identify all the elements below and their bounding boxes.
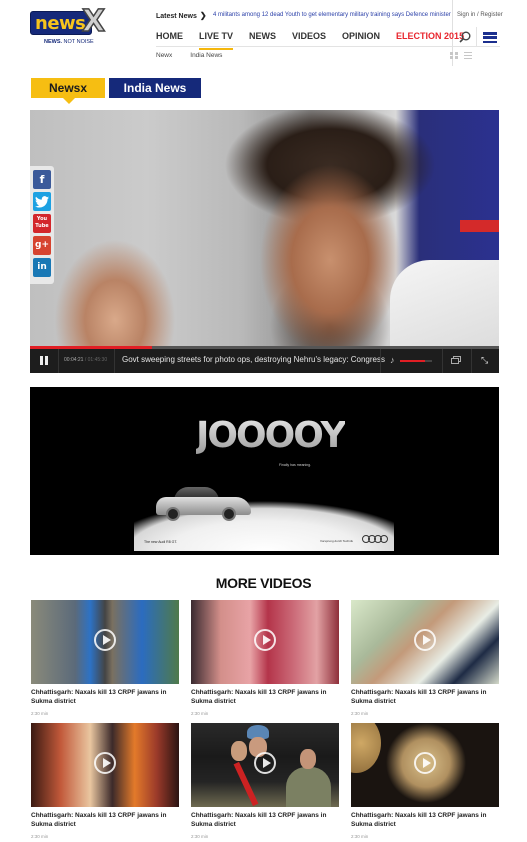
signin-register-link[interactable]: Sign in / Register bbox=[457, 12, 503, 18]
pause-icon[interactable] bbox=[40, 356, 48, 365]
control-divider bbox=[442, 349, 443, 373]
total-time: 01:45:30 bbox=[87, 357, 108, 363]
video-card[interactable]: Chhattisgarh: Naxals kill 13 CRPF jawans… bbox=[191, 600, 339, 716]
nav-election-2015[interactable]: ELECTION 2015 bbox=[396, 31, 464, 45]
video-card[interactable]: Chhattisgarh: Naxals kill 13 CRPF jawans… bbox=[31, 600, 179, 716]
more-videos-heading: MORE VIDEOS bbox=[215, 575, 312, 591]
nav-icon-divider bbox=[476, 27, 477, 46]
nav-videos[interactable]: VIDEOS bbox=[292, 31, 326, 45]
time-readout: 00:04:21 / 01:45:30 bbox=[64, 357, 107, 363]
video-thumbnail[interactable] bbox=[351, 723, 499, 807]
ad-tagline: Finally has meaning. bbox=[279, 463, 312, 467]
play-icon[interactable] bbox=[414, 752, 436, 774]
video-title: Govt sweeping streets for photo ops, des… bbox=[122, 355, 385, 364]
video-card-title[interactable]: Chhattisgarh: Naxals kill 13 CRPF jawans… bbox=[351, 689, 497, 706]
play-icon[interactable] bbox=[254, 752, 276, 774]
audi-rings-icon bbox=[362, 535, 388, 543]
video-background-flag bbox=[460, 220, 499, 232]
play-icon[interactable] bbox=[94, 752, 116, 774]
ad-headline: JOOOOY bbox=[196, 415, 347, 456]
video-thumbnail[interactable] bbox=[31, 723, 179, 807]
video-card-duration: 2:30 min bbox=[31, 834, 49, 839]
logo-tagline: NEWS. NOT NOISE bbox=[44, 39, 94, 45]
fullscreen-icon[interactable]: ⤡ bbox=[481, 355, 488, 366]
video-player[interactable]: 00:04:21 / 01:45:30 Govt sweeping street… bbox=[30, 110, 499, 373]
video-card-duration: 2:30 min bbox=[351, 711, 369, 716]
sub-nav: Newx India News bbox=[156, 52, 240, 59]
advertisement-banner[interactable]: JOOOOY Finally has meaning. The new Audi… bbox=[30, 387, 499, 555]
video-card[interactable]: Chhattisgarh: Naxals kill 13 CRPF jawans… bbox=[351, 600, 499, 716]
control-divider bbox=[114, 349, 115, 373]
video-thumbnail[interactable] bbox=[191, 600, 339, 684]
grid-view-icon[interactable] bbox=[450, 52, 458, 59]
nav-live-tv[interactable]: LIVE TV bbox=[199, 31, 234, 50]
tagline-rest: NOT NOISE bbox=[62, 39, 94, 45]
youtube-icon[interactable]: You Tube bbox=[33, 214, 51, 233]
volume-fill bbox=[400, 360, 425, 362]
chevron-right-icon: ❯ bbox=[199, 11, 207, 20]
video-card-title[interactable]: Chhattisgarh: Naxals kill 13 CRPF jawans… bbox=[31, 812, 177, 829]
control-divider bbox=[58, 349, 59, 373]
video-card-duration: 2:30 min bbox=[31, 711, 49, 716]
hamburger-menu-icon[interactable] bbox=[483, 32, 497, 43]
logo-x-mark: X bbox=[81, 4, 106, 39]
tab-india-news[interactable]: India News bbox=[109, 78, 201, 98]
volume-slider[interactable] bbox=[400, 360, 432, 362]
nav-divider bbox=[156, 46, 500, 47]
channel-tabs: Newsx India News bbox=[31, 78, 201, 104]
nav-news[interactable]: NEWS bbox=[249, 31, 276, 45]
video-card-title[interactable]: Chhattisgarh: Naxals kill 13 CRPF jawans… bbox=[31, 689, 177, 706]
video-card-title[interactable]: Chhattisgarh: Naxals kill 13 CRPF jawans… bbox=[351, 812, 497, 829]
site-header: news X NEWS. NOT NOISE Latest News ❯ 4 mi… bbox=[0, 0, 527, 68]
player-controls: 00:04:21 / 01:45:30 Govt sweeping street… bbox=[30, 349, 499, 373]
video-card[interactable]: Chhattisgarh: Naxals kill 13 CRPF jawans… bbox=[351, 723, 499, 839]
ad-caption: The new Audi R8 GT. bbox=[144, 540, 178, 544]
video-card[interactable]: Chhattisgarh: Naxals kill 13 CRPF jawans… bbox=[31, 723, 179, 839]
play-icon[interactable] bbox=[414, 629, 436, 651]
linkedin-icon[interactable]: in bbox=[33, 258, 51, 277]
news-ticker-link[interactable]: 4 militants among 12 dead Youth to get e… bbox=[213, 12, 451, 18]
tab-newsx[interactable]: Newsx bbox=[31, 78, 105, 104]
video-thumbnail[interactable] bbox=[191, 723, 339, 807]
play-icon[interactable] bbox=[94, 629, 116, 651]
current-time: 00:04:21 bbox=[64, 357, 84, 363]
play-icon[interactable] bbox=[254, 629, 276, 651]
video-card-title[interactable]: Chhattisgarh: Naxals kill 13 CRPF jawans… bbox=[191, 689, 337, 706]
nav-home[interactable]: HOME bbox=[156, 31, 183, 45]
list-view-icon[interactable] bbox=[464, 52, 472, 59]
latest-news-text: Latest News bbox=[156, 13, 197, 20]
ad-brand-line: Vorsprung durch Technik bbox=[320, 539, 353, 543]
video-card-duration: 2:30 min bbox=[191, 834, 209, 839]
subnav-newx[interactable]: Newx bbox=[156, 52, 172, 59]
picture-in-picture-icon[interactable] bbox=[451, 356, 462, 365]
volume-icon[interactable]: ♪ bbox=[390, 355, 395, 365]
car-image bbox=[156, 487, 251, 521]
social-share-bar: f You Tube g+ in bbox=[30, 166, 54, 284]
latest-news-label: Latest News ❯ bbox=[156, 11, 207, 20]
nav-opinion[interactable]: OPINION bbox=[342, 31, 380, 45]
google-plus-icon[interactable]: g+ bbox=[33, 236, 51, 255]
main-nav: HOME LIVE TV NEWS VIDEOS OPINION ELECTIO… bbox=[156, 31, 480, 50]
logo-text: news bbox=[35, 13, 86, 34]
control-divider bbox=[380, 349, 381, 373]
video-card-duration: 2:30 min bbox=[351, 834, 369, 839]
video-card-title[interactable]: Chhattisgarh: Naxals kill 13 CRPF jawans… bbox=[191, 812, 337, 829]
facebook-icon[interactable]: f bbox=[33, 170, 51, 189]
subnav-india-news[interactable]: India News bbox=[190, 52, 222, 59]
view-toggle bbox=[450, 52, 472, 59]
newsx-logo[interactable]: news X NEWS. NOT NOISE bbox=[30, 4, 106, 48]
twitter-icon[interactable] bbox=[33, 192, 51, 211]
video-subject-shirt bbox=[390, 260, 499, 350]
ad-creative[interactable]: JOOOOY Finally has meaning. The new Audi… bbox=[134, 387, 394, 551]
video-card[interactable]: Chhattisgarh: Naxals kill 13 CRPF jawans… bbox=[191, 723, 339, 839]
control-divider bbox=[471, 349, 472, 373]
tagline-bold: NEWS. bbox=[44, 39, 63, 45]
video-thumbnail[interactable] bbox=[31, 600, 179, 684]
search-icon[interactable] bbox=[458, 30, 472, 44]
video-thumbnail[interactable] bbox=[351, 600, 499, 684]
video-card-duration: 2:30 min bbox=[191, 711, 209, 716]
